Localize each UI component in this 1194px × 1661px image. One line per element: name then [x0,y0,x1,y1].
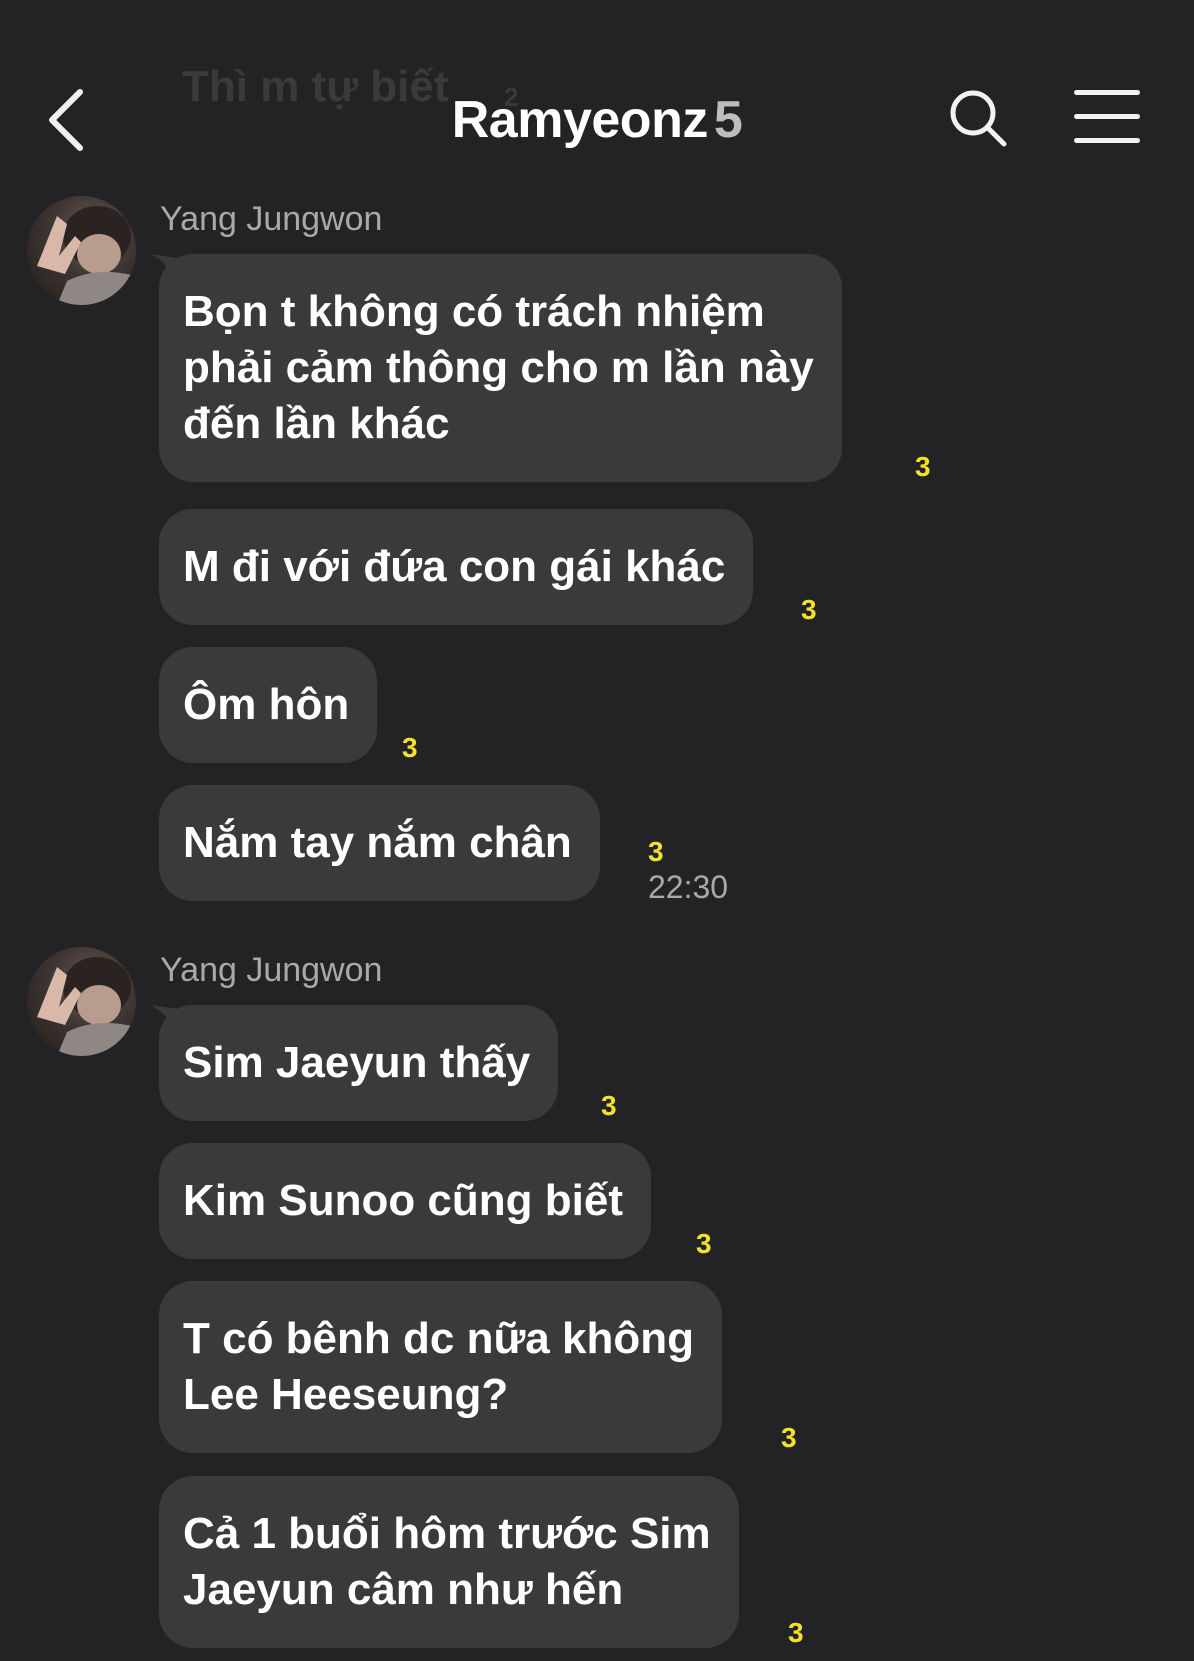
message-line: phải cảm thông cho m lần này [183,343,814,392]
unread-count: 3 [648,836,664,867]
message-meta: 3 [801,595,817,625]
message-bubble[interactable]: Nắm tay nắm chân [159,785,600,901]
chat-title: Ramyeonz 5 [0,90,1194,150]
message-line: Ôm hôn [183,680,350,729]
search-icon [950,90,1007,147]
message-bubble[interactable]: T có bênh dc nữa không Lee Heeseung? [159,1281,722,1453]
unread-count: 3 [601,1090,617,1121]
avatar[interactable] [27,947,136,1056]
message-meta: 3 [788,1618,804,1648]
message[interactable]: Ôm hôn 3 [159,647,418,763]
message[interactable]: Bọn t không có trách nhiệm phải cảm thôn… [149,254,931,482]
message-line: T có bênh dc nữa không [183,1314,694,1363]
search-button[interactable] [946,86,1012,152]
message-line: Nắm tay nắm chân [183,818,572,867]
message-line: Bọn t không có trách nhiệm [183,287,765,336]
message[interactable]: Cả 1 buổi hôm trước Sim Jaeyun câm như h… [159,1476,804,1648]
sender-name: Yang Jungwon [160,951,383,989]
message-meta: 3 [781,1423,797,1453]
bubble-tail [149,1005,179,1035]
message[interactable]: T có bênh dc nữa không Lee Heeseung? 3 [159,1281,797,1453]
message-line: Kim Sunoo cũng biết [183,1176,623,1225]
chat-header: Ramyeonz 5 [0,0,1194,180]
message-meta: 3 [402,733,418,763]
message-line: đến lần khác [183,399,450,448]
message-line: Jaeyun câm như hến [183,1565,624,1614]
unread-count: 3 [801,594,817,625]
message-bubble[interactable]: Sim Jaeyun thấy [159,1005,559,1121]
message-line: Sim Jaeyun thấy [183,1038,531,1087]
hamburger-menu-icon [1074,90,1140,143]
message-bubble[interactable]: Ôm hôn [159,647,378,763]
message-meta: 3 [915,452,931,482]
message[interactable]: Nắm tay nắm chân 3 22:30 [159,785,728,905]
message-meta: 3 22:30 [648,837,728,907]
message[interactable]: M đi với đứa con gái khác 3 [159,509,817,625]
message-line: Lee Heeseung? [183,1370,509,1419]
message-bubble[interactable]: M đi với đứa con gái khác [159,509,754,625]
message-line: M đi với đứa con gái khác [183,542,726,591]
bubble-tail [149,254,179,284]
message-bubble[interactable]: Kim Sunoo cũng biết [159,1143,651,1259]
message-line: Cả 1 buổi hôm trước Sim [183,1509,711,1558]
message-bubble[interactable]: Cả 1 buổi hôm trước Sim Jaeyun câm như h… [159,1476,739,1648]
unread-count: 3 [915,451,931,482]
message-bubble[interactable]: Bọn t không có trách nhiệm phải cảm thôn… [159,254,842,482]
avatar-photo [37,957,136,1056]
message[interactable]: Sim Jaeyun thấy 3 [149,1005,617,1121]
unread-count: 3 [788,1617,804,1648]
member-count: 5 [713,91,743,149]
avatar-photo [37,206,136,305]
avatar[interactable] [27,196,136,305]
unread-count: 3 [402,732,418,763]
message-time: 22:30 [648,869,729,905]
unread-count: 3 [781,1422,797,1453]
unread-count: 3 [696,1228,712,1259]
message-meta: 3 [601,1091,617,1121]
menu-button[interactable] [1074,90,1140,146]
sender-name: Yang Jungwon [160,200,383,238]
chat-name: Ramyeonz [451,91,709,149]
message-meta: 3 [696,1229,712,1259]
message[interactable]: Kim Sunoo cũng biết 3 [159,1143,712,1259]
